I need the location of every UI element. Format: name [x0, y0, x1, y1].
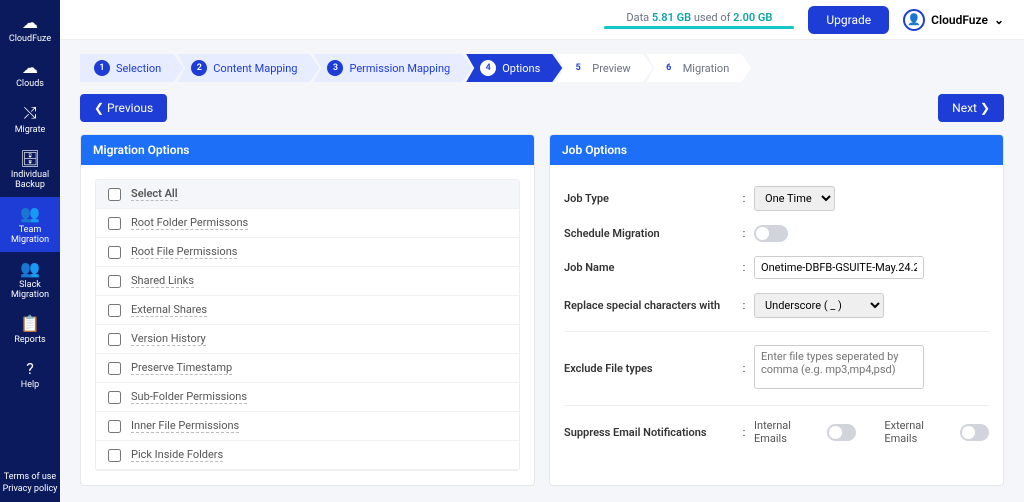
step-migration[interactable]: 6Migration: [647, 54, 752, 82]
internal-emails-toggle[interactable]: [827, 424, 856, 441]
step-permission-mapping[interactable]: 3Permission Mapping: [313, 54, 472, 82]
option-inner-file-permissions[interactable]: Inner File Permissions: [96, 412, 519, 441]
exclude-file-types-row: Exclude File types:: [564, 338, 989, 399]
option-preserve-timestamp[interactable]: Preserve Timestamp: [96, 354, 519, 383]
sidebar-item-slack-migration[interactable]: 👥Slack Migration: [0, 252, 60, 307]
option-root-file-permissions[interactable]: Root File Permissions: [96, 238, 519, 267]
previous-button[interactable]: ❮ Previous: [80, 94, 167, 122]
next-button[interactable]: Next ❯: [938, 94, 1004, 122]
step-content-mapping[interactable]: 2Content Mapping: [177, 54, 319, 82]
option-subfolder-permissions[interactable]: Sub-Folder Permissions: [96, 383, 519, 412]
panels: Migration Options Select All Root Folder…: [80, 134, 1004, 486]
replace-characters-row: Replace special characters with: Undersc…: [564, 286, 989, 325]
chevron-right-icon: ❯: [977, 101, 990, 115]
suppress-email-row: Suppress Email Notifications: Internal E…: [564, 412, 989, 452]
backup-icon: 🗄: [20, 149, 40, 168]
sidebar-item-help[interactable]: ?Help: [0, 352, 60, 397]
sidebar-footer: Terms of use Privacy policy: [0, 471, 60, 496]
team-icon: 👥: [20, 204, 40, 223]
job-options-header: Job Options: [550, 135, 1003, 165]
replace-characters-select[interactable]: Underscore ( _ ): [754, 293, 884, 318]
content: 1Selection 2Content Mapping 3Permission …: [60, 40, 1024, 502]
sidebar-item-migrate[interactable]: ⤭Migrate: [0, 96, 60, 142]
option-select-all[interactable]: Select All: [96, 180, 519, 209]
sidebar-brand[interactable]: ☁ CloudFuze: [0, 6, 60, 51]
sidebar-item-individual-backup[interactable]: 🗄Individual Backup: [0, 142, 60, 197]
reports-icon: 📋: [20, 314, 40, 333]
usage-bar: [604, 26, 794, 29]
chevron-down-icon: ⌄: [994, 13, 1004, 27]
job-name-row: Job Name:: [564, 249, 989, 286]
upgrade-button[interactable]: Upgrade: [808, 6, 889, 34]
user-menu[interactable]: 👤 CloudFuze ⌄: [903, 9, 1004, 31]
topbar: Data 5.81 GB used of 2.00 GB Upgrade 👤 C…: [60, 0, 1024, 40]
sidebar-item-clouds[interactable]: ☁Clouds: [0, 51, 60, 96]
external-emails-toggle[interactable]: [960, 424, 989, 441]
migration-options-panel: Migration Options Select All Root Folder…: [80, 134, 535, 486]
sidebar-item-reports[interactable]: 📋Reports: [0, 307, 60, 352]
slack-icon: 👥: [20, 259, 40, 278]
option-pick-inside-folders[interactable]: Pick Inside Folders: [96, 441, 519, 470]
select-all-checkbox[interactable]: [108, 188, 121, 201]
schedule-toggle[interactable]: [754, 225, 788, 242]
brand-label: CloudFuze: [9, 34, 51, 44]
job-type-select[interactable]: One Time: [754, 186, 835, 211]
option-version-history[interactable]: Version History: [96, 325, 519, 354]
step-options[interactable]: 4Options: [466, 54, 562, 82]
step-selection[interactable]: 1Selection: [80, 54, 183, 82]
main: Data 5.81 GB used of 2.00 GB Upgrade 👤 C…: [60, 0, 1024, 502]
sidebar-item-team-migration[interactable]: 👥Team Migration: [0, 197, 60, 252]
schedule-migration-row: Schedule Migration:: [564, 218, 989, 249]
option-root-folder-permissions[interactable]: Root Folder Permissons: [96, 209, 519, 238]
wizard-steps: 1Selection 2Content Mapping 3Permission …: [80, 54, 1004, 82]
data-usage: Data 5.81 GB used of 2.00 GB: [604, 11, 794, 29]
nav-row: ❮ Previous Next ❯: [80, 94, 1004, 122]
help-icon: ?: [26, 359, 34, 378]
job-options-panel: Job Options Job Type: One Time Schedule …: [549, 134, 1004, 486]
option-external-shares[interactable]: External Shares: [96, 296, 519, 325]
migrate-icon: ⤭: [24, 103, 37, 123]
step-preview[interactable]: 5Preview: [556, 54, 652, 82]
job-type-row: Job Type: One Time: [564, 179, 989, 218]
privacy-link[interactable]: Privacy policy: [0, 483, 60, 496]
user-avatar-icon: 👤: [903, 9, 925, 31]
sidebar: ☁ CloudFuze ☁Clouds ⤭Migrate 🗄Individual…: [0, 0, 60, 502]
migration-options-header: Migration Options: [81, 135, 534, 165]
terms-link[interactable]: Terms of use: [0, 471, 60, 484]
option-shared-links[interactable]: Shared Links: [96, 267, 519, 296]
exclude-file-types-input[interactable]: [754, 345, 924, 389]
cloud-logo-icon: ☁: [22, 13, 38, 32]
cloud-icon: ☁: [22, 58, 38, 77]
chevron-left-icon: ❮: [94, 101, 107, 115]
migration-options-list: Select All Root Folder Permissons Root F…: [95, 179, 520, 471]
job-name-input[interactable]: [754, 256, 924, 279]
